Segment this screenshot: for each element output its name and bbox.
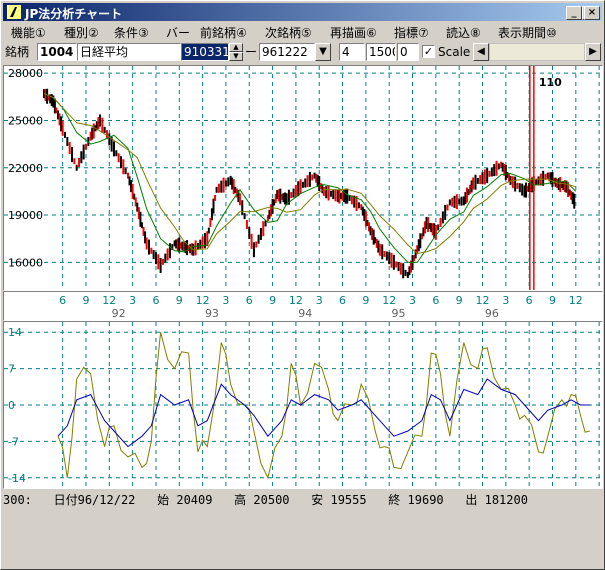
oscillator-chart: 14 7 0 -7 -14 — [4, 322, 602, 488]
month-tick-label: 12 — [289, 294, 303, 307]
status-open-label: 始 — [157, 493, 170, 507]
start-date-input[interactable]: 910331 — [181, 43, 229, 61]
status-low-label: 安 — [311, 493, 324, 507]
status-close-label: 終 — [388, 493, 401, 507]
window-title: JP法分析チャート — [25, 7, 123, 21]
menu-function[interactable]: 機能① — [11, 24, 46, 41]
scroll-left-button[interactable]: ◀ — [473, 43, 489, 61]
month-tick-label: 12 — [196, 294, 210, 307]
y-axis-label: 19000 — [8, 209, 43, 222]
month-tick-label: 12 — [476, 294, 490, 307]
menu-display-period[interactable]: 表示期間⑩ — [498, 24, 557, 41]
close-button[interactable]: × — [584, 6, 600, 20]
status-open: 20409 — [176, 493, 213, 507]
scroll-right-button[interactable]: ▶ — [585, 43, 601, 61]
start-date-up-button[interactable]: ▲ — [229, 43, 243, 52]
menu-load[interactable]: 読込⑧ — [446, 24, 481, 41]
status-low: 19555 — [330, 493, 367, 507]
year-tick-label: 94 — [298, 307, 312, 320]
menu-indicator[interactable]: 指標⑦ — [394, 24, 429, 41]
oscillator-y-label: 0 — [8, 399, 15, 412]
month-tick-label: 3 — [409, 294, 416, 307]
oscillator-y-label: -7 — [8, 435, 19, 448]
oscillator-y-label: -14 — [8, 472, 26, 485]
status-index: 300: — [3, 493, 32, 507]
menu-bar-type[interactable]: バー — [166, 24, 190, 41]
time-axis-panel: 6 9 12 3 6 9 12 3 6 9 12 3 6 9 12 3 6 9 12 3 6 9 12 92 93 94 95 96 — [3, 291, 603, 321]
month-tick-label: 9 — [82, 294, 89, 307]
year-tick-label: 92 — [112, 307, 126, 320]
param2-input[interactable]: 1500 — [366, 43, 396, 61]
month-tick-label: 12 — [382, 294, 396, 307]
status-volume: 181200 — [484, 493, 528, 507]
month-tick-label: 9 — [549, 294, 556, 307]
status-date: 96/12/22 — [77, 493, 136, 507]
param1-input[interactable]: 4 — [339, 43, 365, 61]
month-tick-label: 6 — [339, 294, 346, 307]
status-date-label: 日付 — [53, 493, 78, 507]
arrow-right-icon: ▶ — [589, 46, 597, 57]
year-tick-label: 93 — [205, 307, 219, 320]
date-range-separator: ー — [245, 45, 258, 59]
month-tick-label: 9 — [176, 294, 183, 307]
menu-redraw[interactable]: 再描画⑥ — [330, 24, 377, 41]
status-high-label: 高 — [234, 493, 247, 507]
toolbar: 銘柄 1004 日経平均 910331 ▲ ▼ ー 961222 ▼ 4 150… — [3, 41, 602, 63]
title-bar[interactable]: JP法分析チャート _ □ × — [3, 3, 602, 21]
oscillator-fast-line — [57, 378, 590, 448]
month-tick-label: 9 — [269, 294, 276, 307]
y-axis-label: 25000 — [8, 114, 43, 127]
menu-bar: 機能① 種別② 条件③ バー 前銘柄④ 次銘柄⑤ 再描画⑥ 指標⑦ 読込⑧ 表示… — [3, 22, 602, 40]
status-close: 19690 — [407, 493, 444, 507]
month-tick-label: 12 — [569, 294, 583, 307]
check-icon: ✓ — [423, 45, 434, 58]
period-scrollbar-track[interactable] — [489, 43, 585, 61]
menu-next-symbol[interactable]: 次銘柄⑤ — [265, 24, 312, 41]
month-tick-label: 9 — [362, 294, 369, 307]
symbol-label: 銘柄 — [5, 45, 30, 59]
symbol-name-field[interactable]: 日経平均 — [77, 43, 181, 61]
end-date-input[interactable]: 961222 — [259, 43, 315, 61]
start-date-down-button[interactable]: ▼ — [229, 52, 243, 61]
arrow-left-icon: ◀ — [477, 46, 485, 57]
menu-prev-symbol[interactable]: 前銘柄④ — [200, 24, 247, 41]
scale-label: Scale — [438, 45, 471, 59]
year-tick-label: 95 — [392, 307, 406, 320]
month-tick-label: 6 — [246, 294, 253, 307]
status-volume-label: 出 — [465, 493, 478, 507]
oscillator-panel[interactable]: 14 7 0 -7 -14 — [3, 321, 603, 489]
param3-input[interactable]: 0 — [397, 43, 419, 61]
chevron-down-icon: ▼ — [319, 46, 327, 57]
menu-condition[interactable]: 条件③ — [114, 24, 149, 41]
y-axis-label: 28000 — [8, 67, 43, 80]
app-icon — [7, 5, 21, 19]
minimize-button[interactable]: _ — [566, 6, 582, 20]
app-window: JP法分析チャート _ □ × 機能① 種別② 条件③ バー 前銘柄④ 次銘柄⑤… — [0, 0, 605, 570]
oscillator-y-label: 14 — [8, 326, 22, 339]
scale-checkbox[interactable]: ✓ — [422, 45, 435, 58]
month-tick-label: 6 — [526, 294, 533, 307]
price-chart: 2800025000220001900016000110110110 — [4, 66, 602, 290]
time-axis: 6 9 12 3 6 9 12 3 6 9 12 3 6 9 12 3 6 9 12 3 6 9 1292 93 94 95 96 — [59, 294, 583, 320]
month-tick-label: 6 — [59, 294, 66, 307]
y-axis-label: 16000 — [8, 256, 43, 269]
price-chart-panel[interactable]: 2800025000220001900016000110110110 — [3, 65, 603, 291]
status-high: 20500 — [253, 493, 290, 507]
menu-type[interactable]: 種別② — [64, 24, 99, 41]
month-tick-label: 3 — [316, 294, 323, 307]
y-axis-label: 22000 — [8, 162, 43, 175]
month-tick-label: 6 — [152, 294, 159, 307]
symbol-code-input[interactable]: 1004 — [37, 43, 77, 61]
signal-marker-label: 110 — [539, 76, 562, 89]
status-line: 300: 日付96/12/22 始 20409 高 20500 安 19555 … — [3, 491, 528, 508]
month-tick-label: 9 — [456, 294, 463, 307]
month-tick-label: 3 — [129, 294, 136, 307]
oscillator-y-label: 7 — [8, 363, 15, 376]
month-tick-label: 3 — [222, 294, 229, 307]
month-tick-label: 3 — [502, 294, 509, 307]
month-tick-label: 12 — [102, 294, 116, 307]
month-tick-label: 6 — [432, 294, 439, 307]
end-date-dropdown-button[interactable]: ▼ — [315, 43, 331, 61]
year-tick-label: 96 — [485, 307, 499, 320]
